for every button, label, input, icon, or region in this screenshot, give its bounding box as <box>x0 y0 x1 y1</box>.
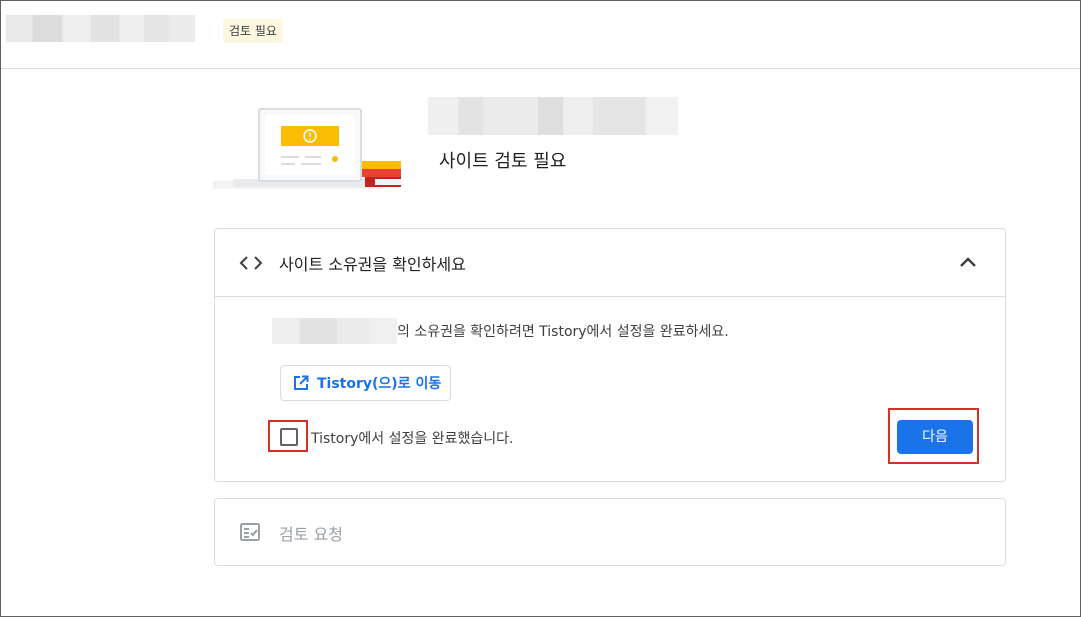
review-request-card: 검토 요청 <box>214 498 1006 566</box>
ownership-instruction: 의 소유권을 확인하려면 Tistory에서 설정을 완료하세요. <box>397 324 729 340</box>
redacted-site-url <box>428 97 678 135</box>
code-icon <box>239 256 263 270</box>
top-bar: 검토 필요 <box>1 1 1080 69</box>
redacted-site-name <box>6 15 195 42</box>
open-in-new-icon <box>294 375 309 390</box>
redacted-domain <box>272 318 397 344</box>
chevron-up-icon[interactable] <box>957 251 979 273</box>
ownership-step-card: 사이트 소유권을 확인하세요 의 소유권을 확인하려면 Tistory에서 설정… <box>214 228 1006 482</box>
ownership-step-title: 사이트 소유권을 확인하세요 <box>279 255 466 274</box>
checkbox-highlight <box>268 420 308 452</box>
next-button[interactable]: 다음 <box>897 420 973 454</box>
setup-complete-checkbox[interactable] <box>280 428 298 446</box>
setup-complete-label[interactable]: Tistory에서 설정을 완료했습니다. <box>311 428 513 448</box>
ownership-step-header[interactable]: 사이트 소유권을 확인하세요 <box>215 229 1005 297</box>
fact-check-icon <box>240 523 260 541</box>
warning-laptop-illustration <box>213 108 401 189</box>
review-request-title: 검토 요청 <box>279 525 343 544</box>
next-button-highlight: 다음 <box>888 408 979 464</box>
status-badge: 검토 필요 <box>223 19 283 43</box>
go-to-tistory-button[interactable]: Tistory(으)로 이동 <box>280 365 451 401</box>
app-window: 검토 필요 사이트 검토 필요 사이트 소유권을 확인하세요 의 소유권을 확인… <box>0 0 1081 617</box>
go-to-tistory-label: Tistory(으)로 이동 <box>317 376 442 392</box>
page-title: 사이트 검토 필요 <box>439 151 567 172</box>
